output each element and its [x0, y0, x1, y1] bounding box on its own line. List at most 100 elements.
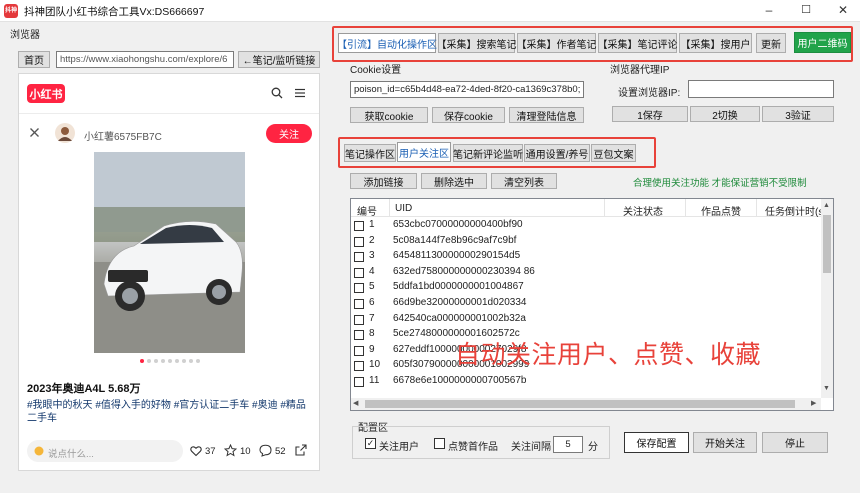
tab-user-follow[interactable]: 用户关注区 [397, 142, 451, 162]
scroll-left-icon[interactable]: ◀ [353, 399, 358, 407]
like-work-label: 点赞首作品 [448, 442, 498, 453]
tab-auto-ops[interactable]: 【引流】自动化操作区 [337, 33, 437, 53]
xhs-logo[interactable]: 小红书 [27, 84, 65, 103]
tab-doubao-copy[interactable]: 豆包文案 [591, 144, 636, 162]
tab-general-settings[interactable]: 通用设置/养号 [524, 144, 590, 162]
tab-comment-monitor[interactable]: 笔记新评论监听 [453, 144, 523, 162]
menu-icon[interactable] [294, 88, 306, 98]
proxy-ip-input[interactable] [688, 80, 834, 98]
carousel-dot[interactable] [189, 359, 193, 363]
share-icon[interactable] [295, 444, 307, 456]
add-link-button[interactable]: 添加链接 [350, 173, 417, 189]
row-checkbox[interactable] [354, 252, 364, 263]
table-row[interactable]: 6 66d9be32000000001d020334 [351, 296, 821, 312]
minimize-button[interactable]: – [752, 0, 786, 22]
table-row[interactable]: 5 5ddfa1bd0000000001004867 [351, 280, 821, 296]
carousel-dot[interactable] [196, 359, 200, 363]
carousel-dot[interactable] [147, 359, 151, 363]
comment-icon[interactable] [259, 444, 272, 457]
tab-collect-author-notes[interactable]: 【采集】作者笔记 [517, 33, 597, 53]
carousel-dot[interactable] [175, 359, 179, 363]
row-checkbox[interactable] [354, 299, 364, 309]
row-checkbox[interactable] [354, 236, 364, 247]
save-cookie-button[interactable]: 保存cookie [432, 107, 505, 123]
post-tags: #我眼中的秋天 #值得入手的好物 #官方认证二手车 #奥迪 #精品二手车 [27, 399, 312, 425]
like-icon[interactable] [190, 445, 202, 457]
follow-user-checkbox[interactable]: ✓ [365, 438, 376, 449]
carousel-dot[interactable] [161, 359, 165, 363]
row-checkbox[interactable] [354, 361, 364, 372]
close-button[interactable]: ✕ [826, 0, 860, 22]
carousel-dot[interactable] [182, 359, 186, 363]
carousel-dot[interactable] [140, 359, 144, 363]
watch-link-button[interactable]: ←笔记/监听链接 [238, 51, 320, 68]
column-header[interactable]: 作品点赞 [701, 203, 741, 218]
row-checkbox[interactable] [354, 283, 364, 294]
xhs-follow-button[interactable]: 关注 [266, 124, 312, 143]
clear-list-button[interactable]: 清空列表 [491, 173, 557, 189]
collect-star-icon[interactable] [224, 444, 237, 457]
column-header[interactable]: 关注状态 [623, 203, 663, 218]
user-list[interactable]: 编号 UID 关注状态 作品点赞 任务倒计时(s) 1 653cbc0700000… [350, 198, 834, 411]
column-header[interactable]: 编号 [357, 203, 377, 218]
proxy-group-label: 浏览器代理IP [610, 65, 670, 76]
tab-collect-search-notes[interactable]: 【采集】搜索笔记 [437, 33, 517, 53]
overlay-annotation: 自动关注用户、点赞、收藏 [455, 341, 762, 369]
qr-code-button[interactable]: 用户二维码 [794, 32, 851, 53]
clear-login-button[interactable]: 清理登陆信息 [509, 107, 584, 123]
row-checkbox[interactable] [354, 377, 364, 387]
proxy-save-button[interactable]: 1保存 [612, 106, 688, 122]
author-name[interactable]: 小红薯6575FB7C [84, 128, 162, 143]
table-row[interactable]: 1 653cbc07000000000400bf90 [351, 218, 821, 234]
maximize-button[interactable]: ☐ [789, 0, 823, 22]
update-button[interactable]: 更新 [756, 33, 786, 53]
stop-button[interactable]: 停止 [762, 432, 828, 453]
url-input[interactable]: https://www.xiaohongshu.com/explore/6 [56, 51, 234, 68]
tag-link[interactable]: #奥迪 [252, 400, 278, 411]
column-header[interactable]: UID [395, 203, 412, 214]
row-uid: 66d9be32000000001d020334 [393, 297, 527, 308]
tag-link[interactable]: #我眼中的秋天 [27, 400, 93, 411]
cookie-input[interactable]: poison_id=c65b4d48-ea72-4ded-8f20-ca1369… [350, 81, 584, 98]
start-follow-button[interactable]: 开始关注 [693, 432, 757, 453]
close-icon[interactable] [29, 127, 40, 138]
carousel-dots[interactable] [140, 359, 200, 363]
tag-link[interactable]: #官方认证二手车 [174, 400, 250, 411]
row-checkbox[interactable] [354, 221, 364, 231]
tab-collect-note-comments[interactable]: 【采集】笔记评论 [598, 33, 678, 53]
tag-link[interactable]: #值得入手的好物 [95, 400, 171, 411]
like-work-checkbox[interactable] [434, 438, 445, 449]
list-rows: 1 653cbc07000000000400bf90 2 5c08a144f7e8b9… [351, 218, 821, 400]
carousel-dot[interactable] [154, 359, 158, 363]
row-checkbox[interactable] [354, 345, 364, 356]
save-config-button[interactable]: 保存配置 [624, 432, 689, 453]
tab-collect-search-users[interactable]: 【采集】搜用户 [679, 33, 752, 53]
table-row[interactable]: 4 632ed758000000000230394 86 [351, 265, 821, 281]
delete-selected-button[interactable]: 删除选中 [421, 173, 487, 189]
scroll-up-icon[interactable]: ▲ [823, 202, 830, 209]
get-cookie-button[interactable]: 获取cookie [350, 107, 428, 123]
table-row[interactable]: 3 645481130000000290154d5 [351, 249, 821, 265]
scroll-thumb[interactable] [823, 215, 831, 273]
proxy-switch-button[interactable]: 2切换 [690, 106, 760, 122]
interval-input[interactable]: 5 [553, 436, 583, 453]
horizontal-scrollbar[interactable]: ◀ ▶ [351, 398, 821, 410]
proxy-verify-button[interactable]: 3验证 [762, 106, 834, 122]
hscroll-thumb[interactable] [365, 400, 795, 408]
scroll-right-icon[interactable]: ▶ [811, 399, 816, 407]
table-row[interactable]: 11 6678e6e1000000000700567b [351, 374, 821, 390]
row-checkbox[interactable] [354, 330, 364, 341]
table-row[interactable]: 7 642540ca000000001002b32a [351, 312, 821, 328]
post-image[interactable] [94, 152, 245, 353]
table-row[interactable]: 2 5c08a144f7e8b96c9af7c9bf [351, 234, 821, 250]
home-button[interactable]: 首页 [18, 51, 50, 68]
vertical-scrollbar[interactable]: ▲ ▼ [821, 199, 833, 398]
tab-note-ops[interactable]: 笔记操作区 [344, 144, 396, 162]
search-icon[interactable] [271, 87, 283, 99]
row-checkbox[interactable] [354, 314, 364, 325]
row-checkbox[interactable] [354, 267, 364, 278]
scroll-down-icon[interactable]: ▼ [823, 385, 830, 392]
avatar[interactable] [55, 123, 75, 143]
column-header[interactable]: 任务倒计时(s) [765, 203, 827, 218]
carousel-dot[interactable] [168, 359, 172, 363]
